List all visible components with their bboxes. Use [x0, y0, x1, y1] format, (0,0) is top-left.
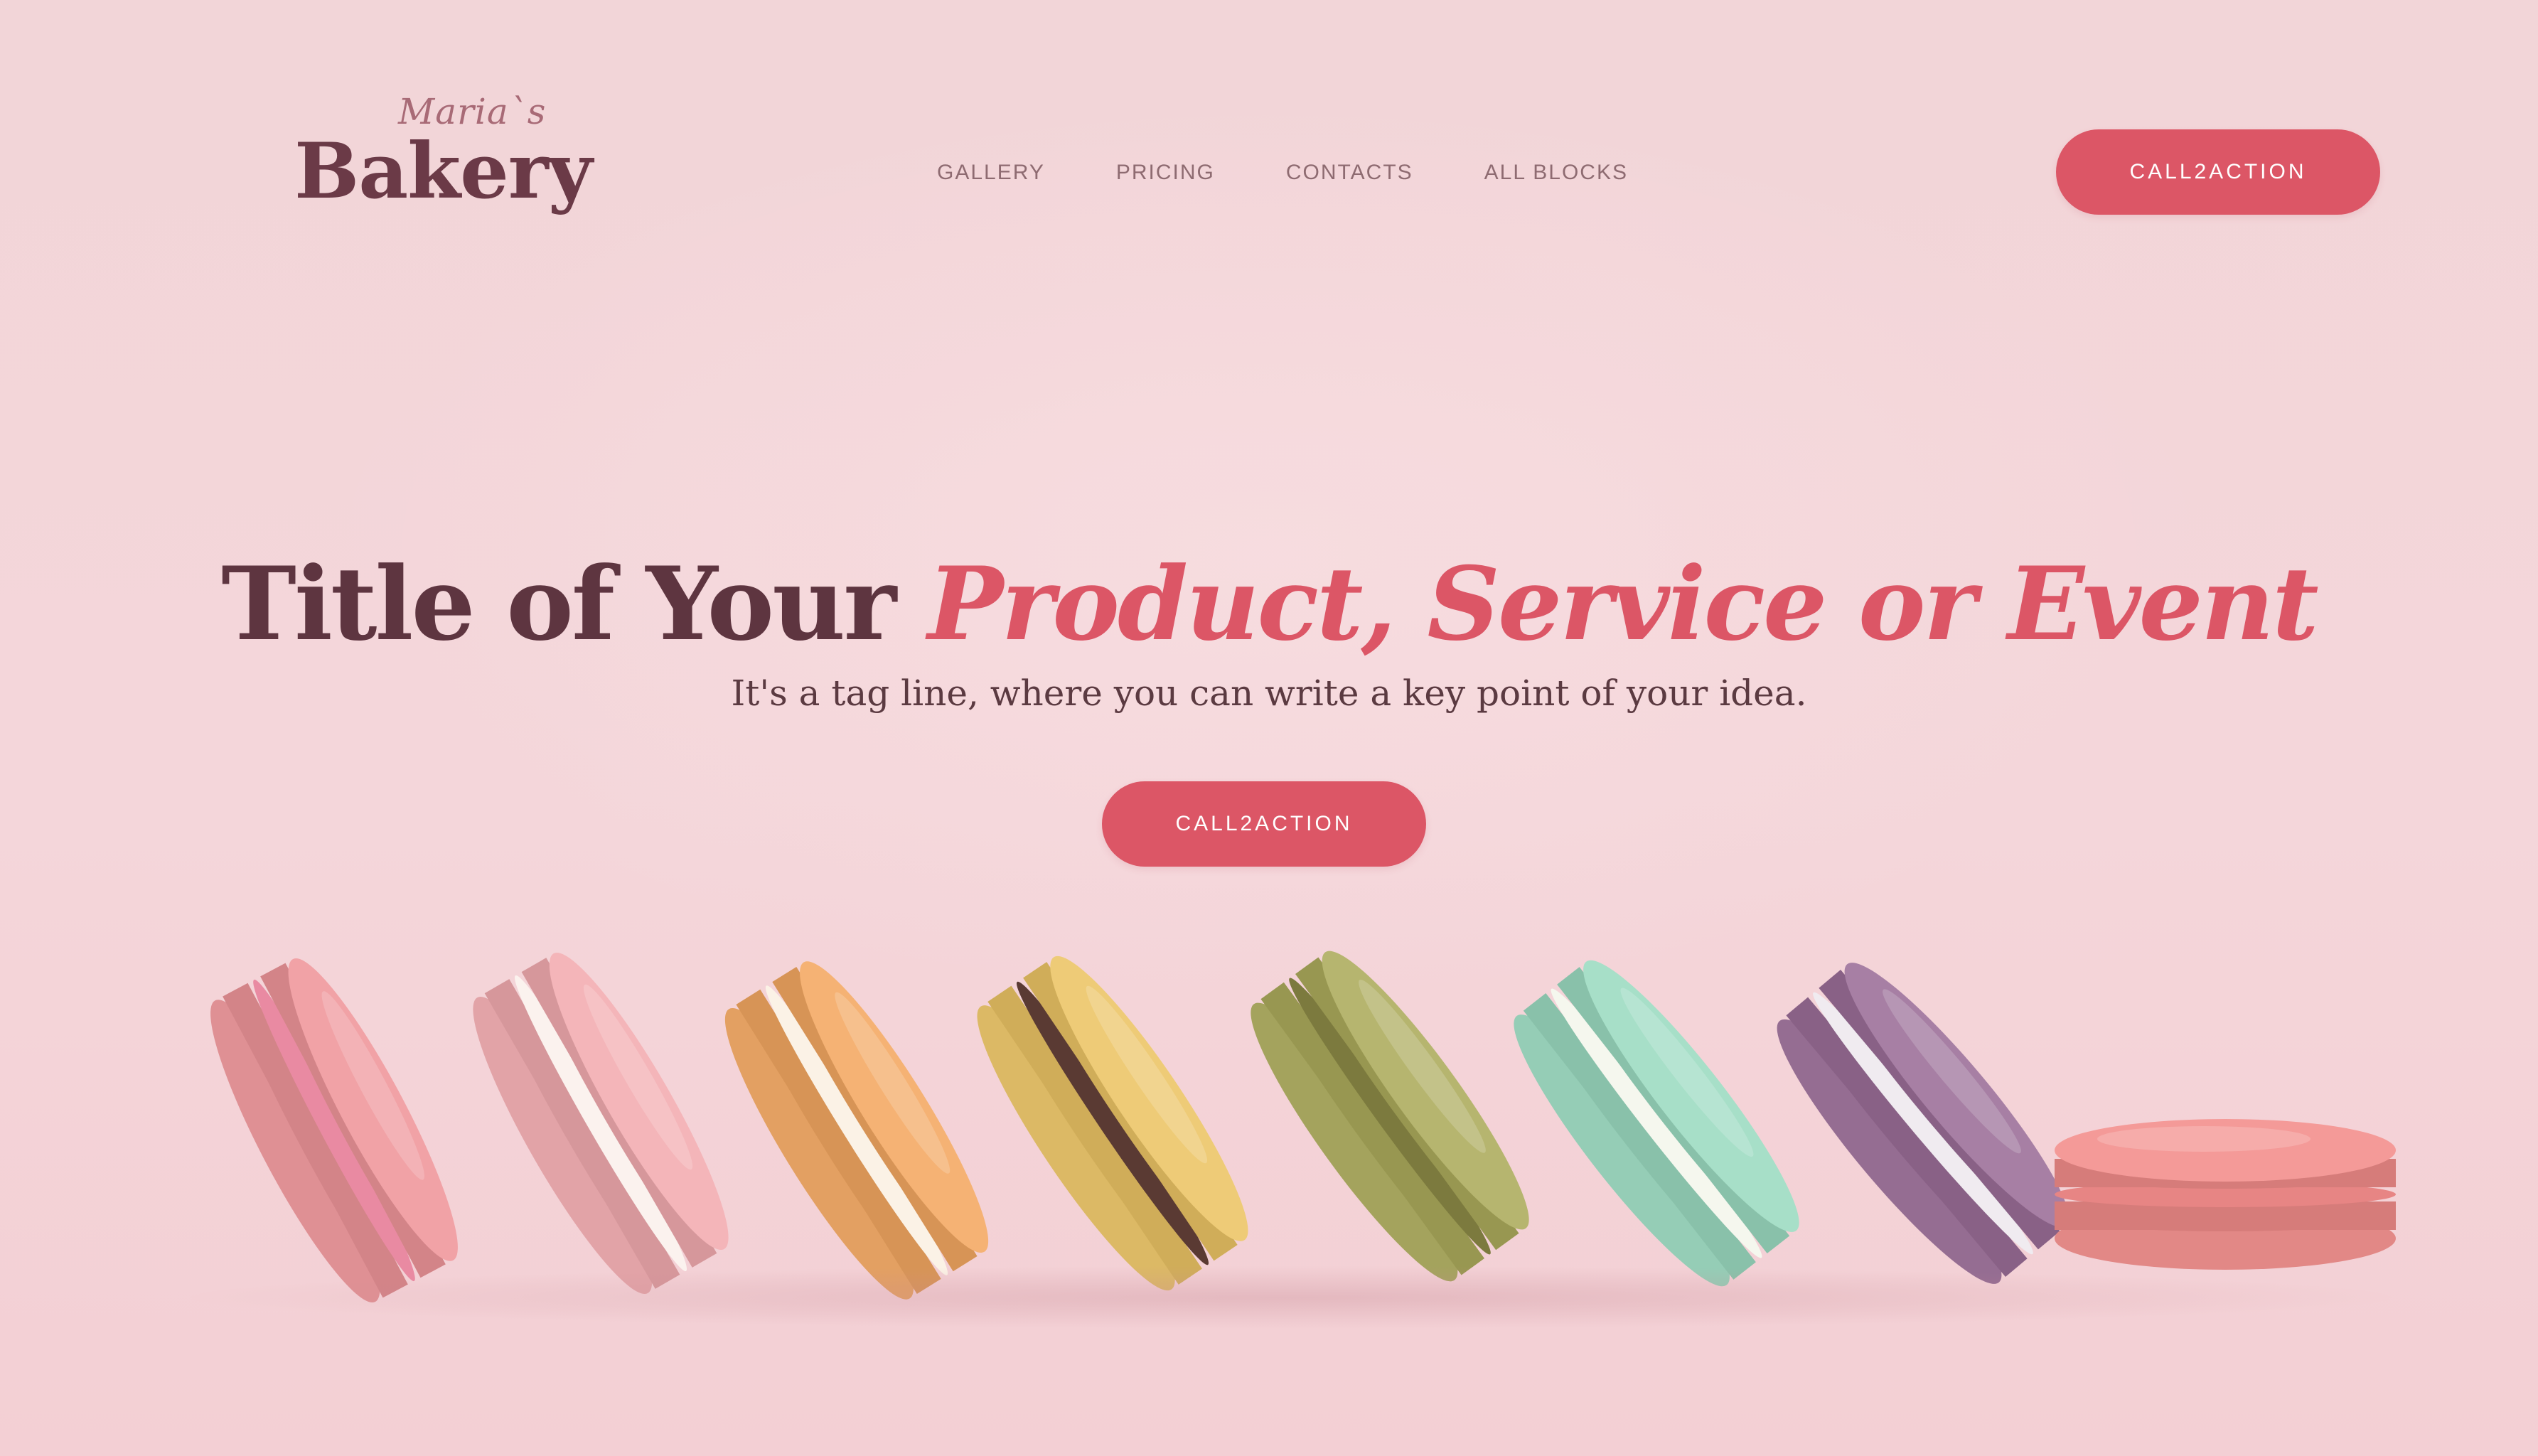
hero-cta-button[interactable]: CALL2ACTION	[1102, 781, 1426, 867]
coral-macaron	[2055, 1119, 2396, 1270]
header-cta-button[interactable]: CALL2ACTION	[2056, 129, 2380, 215]
page-background: Maria`s Bakery GALLERY PRICING CONTACTS …	[0, 0, 2538, 1456]
nav-item-contacts[interactable]: CONTACTS	[1286, 161, 1413, 185]
macarons-shadow	[171, 1265, 2410, 1329]
coral-macaron-highlight	[2097, 1126, 2311, 1152]
light-pink-macaron	[473, 952, 729, 1295]
logo-main-text: Bakery	[294, 127, 592, 216]
logo[interactable]: Maria`s Bakery	[294, 91, 592, 226]
mint-macaron	[1514, 960, 1799, 1287]
pink-macaron	[210, 958, 458, 1303]
purple-macaron	[1777, 963, 2070, 1284]
nav-item-all-blocks[interactable]: ALL BLOCKS	[1484, 161, 1628, 185]
orange-macaron	[724, 961, 989, 1300]
olive-macaron	[1251, 951, 1529, 1282]
hero-tagline: It's a tag line, where you can write a k…	[731, 673, 1807, 714]
hero-title-dark: Title of Your	[221, 545, 928, 663]
nav-item-pricing[interactable]: PRICING	[1116, 161, 1215, 185]
main-nav: GALLERY PRICING CONTACTS ALL BLOCKS	[937, 161, 1628, 185]
hero-title-accent: Product, Service or Event	[927, 545, 2319, 663]
nav-item-gallery[interactable]: GALLERY	[937, 161, 1045, 185]
yellow-macaron	[977, 956, 1248, 1291]
hero-title: Title of Your Product, Service or Event	[0, 533, 2538, 675]
macarons-image	[0, 896, 2538, 1351]
